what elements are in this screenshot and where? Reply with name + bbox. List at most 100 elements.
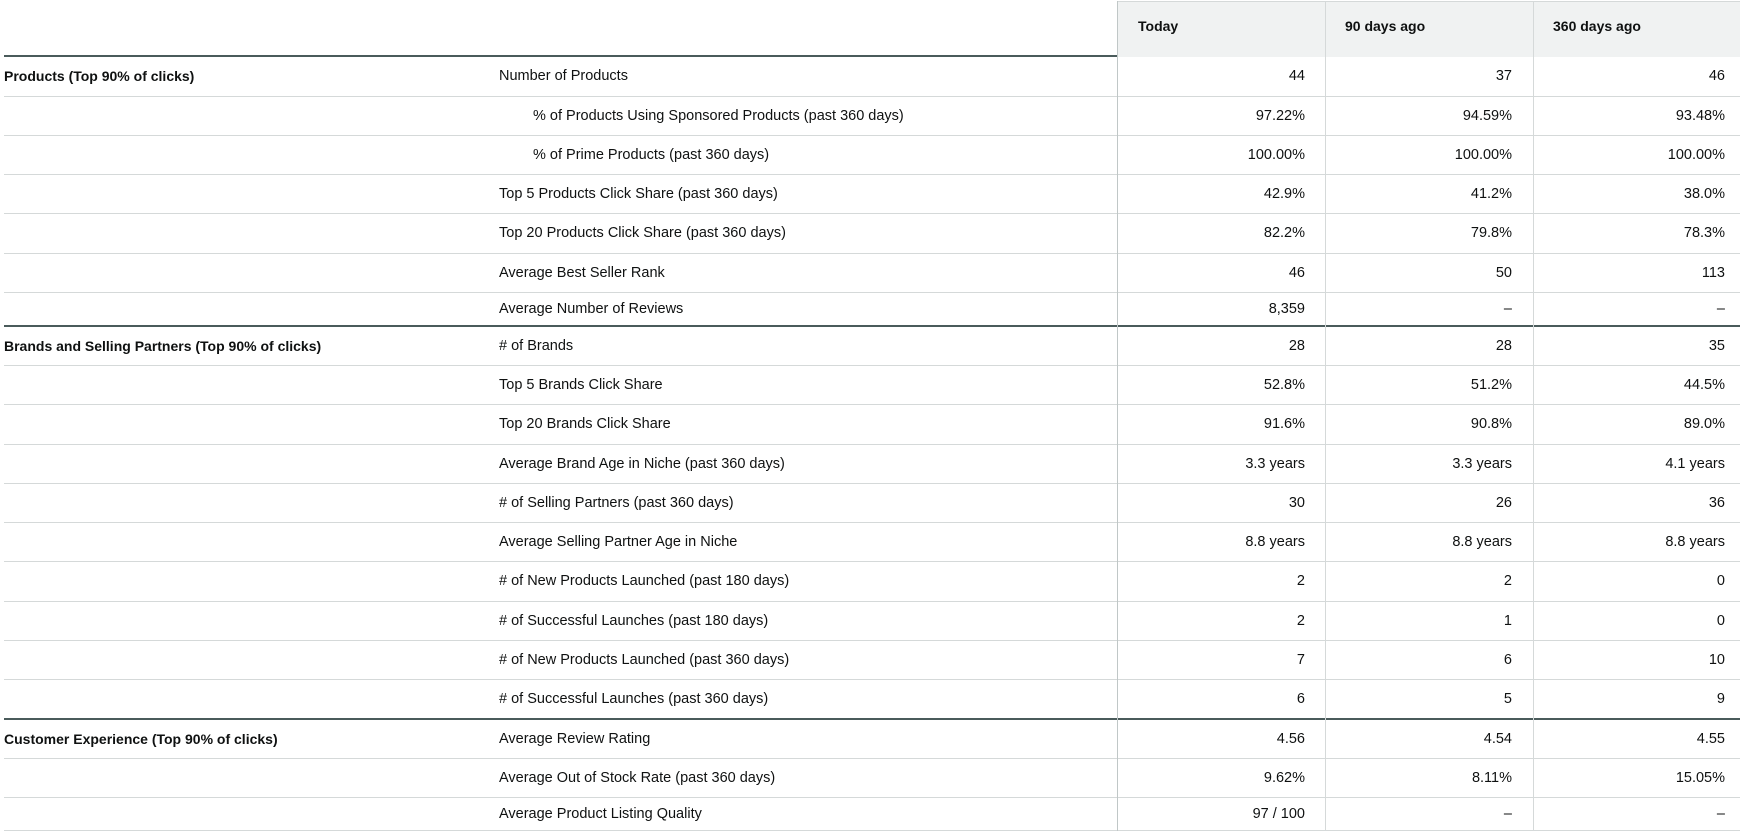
metric-value: 113 bbox=[1701, 265, 1725, 281]
metric-label: Average Selling Partner Age in Niche bbox=[499, 534, 738, 550]
column-header-bar bbox=[1117, 1, 1740, 57]
metric-label: # of Successful Launches (past 360 days) bbox=[499, 691, 769, 707]
metric-label: Average Number of Reviews bbox=[499, 301, 684, 317]
metric-value: 90.8% bbox=[1470, 416, 1512, 432]
metric-label: # of New Products Launched (past 180 day… bbox=[499, 573, 790, 589]
column-divider bbox=[1325, 1, 1326, 831]
table-row: # of New Products Launched (past 180 day… bbox=[0, 562, 1740, 602]
metric-value: 5 bbox=[1503, 691, 1512, 707]
table-row: # of Successful Launches (past 180 days)… bbox=[0, 602, 1740, 641]
metric-value: 38.0% bbox=[1683, 186, 1725, 202]
metric-value: 8,359 bbox=[1268, 301, 1305, 317]
metric-label: Average Review Rating bbox=[499, 731, 651, 747]
metric-value: 100.00% bbox=[1454, 147, 1512, 163]
metric-label: # of New Products Launched (past 360 day… bbox=[499, 652, 790, 668]
metric-label: Average Out of Stock Rate (past 360 days… bbox=[499, 770, 776, 786]
metric-value: – bbox=[1716, 301, 1725, 317]
metric-label: Average Brand Age in Niche (past 360 day… bbox=[499, 456, 785, 472]
metric-value: 1 bbox=[1503, 613, 1512, 629]
metric-value: 97 / 100 bbox=[1252, 806, 1305, 822]
metric-value: 44.5% bbox=[1683, 377, 1725, 393]
metric-value: 50 bbox=[1495, 265, 1512, 281]
metric-value: 8.8 years bbox=[1665, 534, 1725, 550]
metric-label: Top 5 Products Click Share (past 360 day… bbox=[499, 186, 778, 202]
section-label: Brands and Selling Partners (Top 90% of … bbox=[4, 338, 322, 354]
table-row: # of Selling Partners (past 360 days) 30 2… bbox=[0, 484, 1740, 523]
metric-value: 82.2% bbox=[1263, 225, 1305, 241]
metric-value: 91.6% bbox=[1263, 416, 1305, 432]
metric-value: – bbox=[1716, 806, 1725, 822]
metric-label: % of Products Using Sponsored Products (… bbox=[533, 108, 904, 124]
column-header-today[interactable]: Today bbox=[1138, 18, 1178, 34]
metric-value: 51.2% bbox=[1470, 377, 1512, 393]
metric-value: 3.3 years bbox=[1452, 456, 1512, 472]
metric-label: # of Brands bbox=[499, 338, 574, 354]
table-row: Top 5 Brands Click Share 52.8% 51.2% 44.5% bbox=[0, 366, 1740, 405]
table-row: Customer Experience (Top 90% of clicks) A… bbox=[0, 720, 1740, 759]
metric-value: 6 bbox=[1296, 691, 1305, 707]
metric-value: 2 bbox=[1296, 573, 1305, 589]
metric-value: 100.00% bbox=[1247, 147, 1305, 163]
metric-value: 6 bbox=[1503, 652, 1512, 668]
metric-value: 46 bbox=[1288, 265, 1305, 281]
metric-value: 30 bbox=[1288, 495, 1305, 511]
table-row: # of New Products Launched (past 360 day… bbox=[0, 641, 1740, 680]
table-row: Top 20 Brands Click Share 91.6% 90.8% 89.0% bbox=[0, 405, 1740, 445]
table-row: Average Number of Reviews 8,359 – – bbox=[0, 293, 1740, 327]
metric-value: 4.56 bbox=[1276, 731, 1305, 747]
table-row: Top 20 Products Click Share (past 360 da… bbox=[0, 214, 1740, 254]
metric-value: 97.22% bbox=[1255, 108, 1305, 124]
metric-label: % of Prime Products (past 360 days) bbox=[533, 147, 770, 163]
metric-value: 41.2% bbox=[1470, 186, 1512, 202]
metric-label: # of Successful Launches (past 180 days) bbox=[499, 613, 769, 629]
metric-value: 94.59% bbox=[1462, 108, 1512, 124]
column-divider bbox=[1117, 1, 1118, 831]
metric-value: 10 bbox=[1708, 652, 1725, 668]
metric-value: 93.48% bbox=[1675, 108, 1725, 124]
metric-value: 4.55 bbox=[1696, 731, 1725, 747]
table-row: Top 5 Products Click Share (past 360 day… bbox=[0, 175, 1740, 214]
metric-label: Top 20 Brands Click Share bbox=[499, 416, 671, 432]
metric-value: 100.00% bbox=[1667, 147, 1725, 163]
metric-value: 42.9% bbox=[1263, 186, 1305, 202]
metric-value: 37 bbox=[1495, 68, 1512, 84]
column-header-360-days-ago[interactable]: 360 days ago bbox=[1553, 18, 1641, 34]
table-row: Average Out of Stock Rate (past 360 days… bbox=[0, 759, 1740, 798]
metric-value: 2 bbox=[1296, 613, 1305, 629]
table-row: Average Selling Partner Age in Niche 8.8 … bbox=[0, 523, 1740, 562]
metric-value: 9.62% bbox=[1263, 770, 1305, 786]
metric-value: 3.3 years bbox=[1245, 456, 1305, 472]
metric-value: 44 bbox=[1288, 68, 1305, 84]
metric-label: Average Product Listing Quality bbox=[499, 806, 702, 822]
table-row: Brands and Selling Partners (Top 90% of … bbox=[0, 327, 1740, 366]
table-row: Average Brand Age in Niche (past 360 day… bbox=[0, 445, 1740, 484]
metric-value: 0 bbox=[1716, 613, 1725, 629]
metric-value: 8.11% bbox=[1471, 770, 1512, 786]
table-row: % of Products Using Sponsored Products (… bbox=[0, 97, 1740, 136]
column-divider bbox=[1533, 1, 1534, 831]
metric-value: 4.54 bbox=[1483, 731, 1512, 747]
metric-value: 79.8% bbox=[1470, 225, 1512, 241]
metric-value: 9 bbox=[1716, 691, 1725, 707]
metric-value: – bbox=[1503, 806, 1512, 822]
table-row: % of Prime Products (past 360 days) 100.0… bbox=[0, 136, 1740, 175]
metric-label: Top 5 Brands Click Share bbox=[499, 377, 663, 393]
metric-label: Number of Products bbox=[499, 68, 628, 84]
metric-value: – bbox=[1503, 301, 1512, 317]
metric-value: 36 bbox=[1708, 495, 1725, 511]
metric-label: Top 20 Products Click Share (past 360 da… bbox=[499, 225, 786, 241]
metric-value: 28 bbox=[1495, 338, 1512, 354]
metric-value: 7 bbox=[1296, 652, 1305, 668]
metric-label: # of Selling Partners (past 360 days) bbox=[499, 495, 734, 511]
metric-value: 15.05% bbox=[1675, 770, 1725, 786]
column-header-90-days-ago[interactable]: 90 days ago bbox=[1345, 18, 1425, 34]
metric-value: 78.3% bbox=[1683, 225, 1725, 241]
metric-value: 4.1 years bbox=[1665, 456, 1725, 472]
section-label: Customer Experience (Top 90% of clicks) bbox=[4, 731, 278, 747]
metric-value: 8.8 years bbox=[1245, 534, 1305, 550]
table-row: Average Best Seller Rank 46 50 113 bbox=[0, 254, 1740, 293]
metric-value: 2 bbox=[1503, 573, 1512, 589]
metric-value: 52.8% bbox=[1263, 377, 1305, 393]
metric-value: 28 bbox=[1288, 338, 1305, 354]
metric-label: Average Best Seller Rank bbox=[499, 265, 665, 281]
